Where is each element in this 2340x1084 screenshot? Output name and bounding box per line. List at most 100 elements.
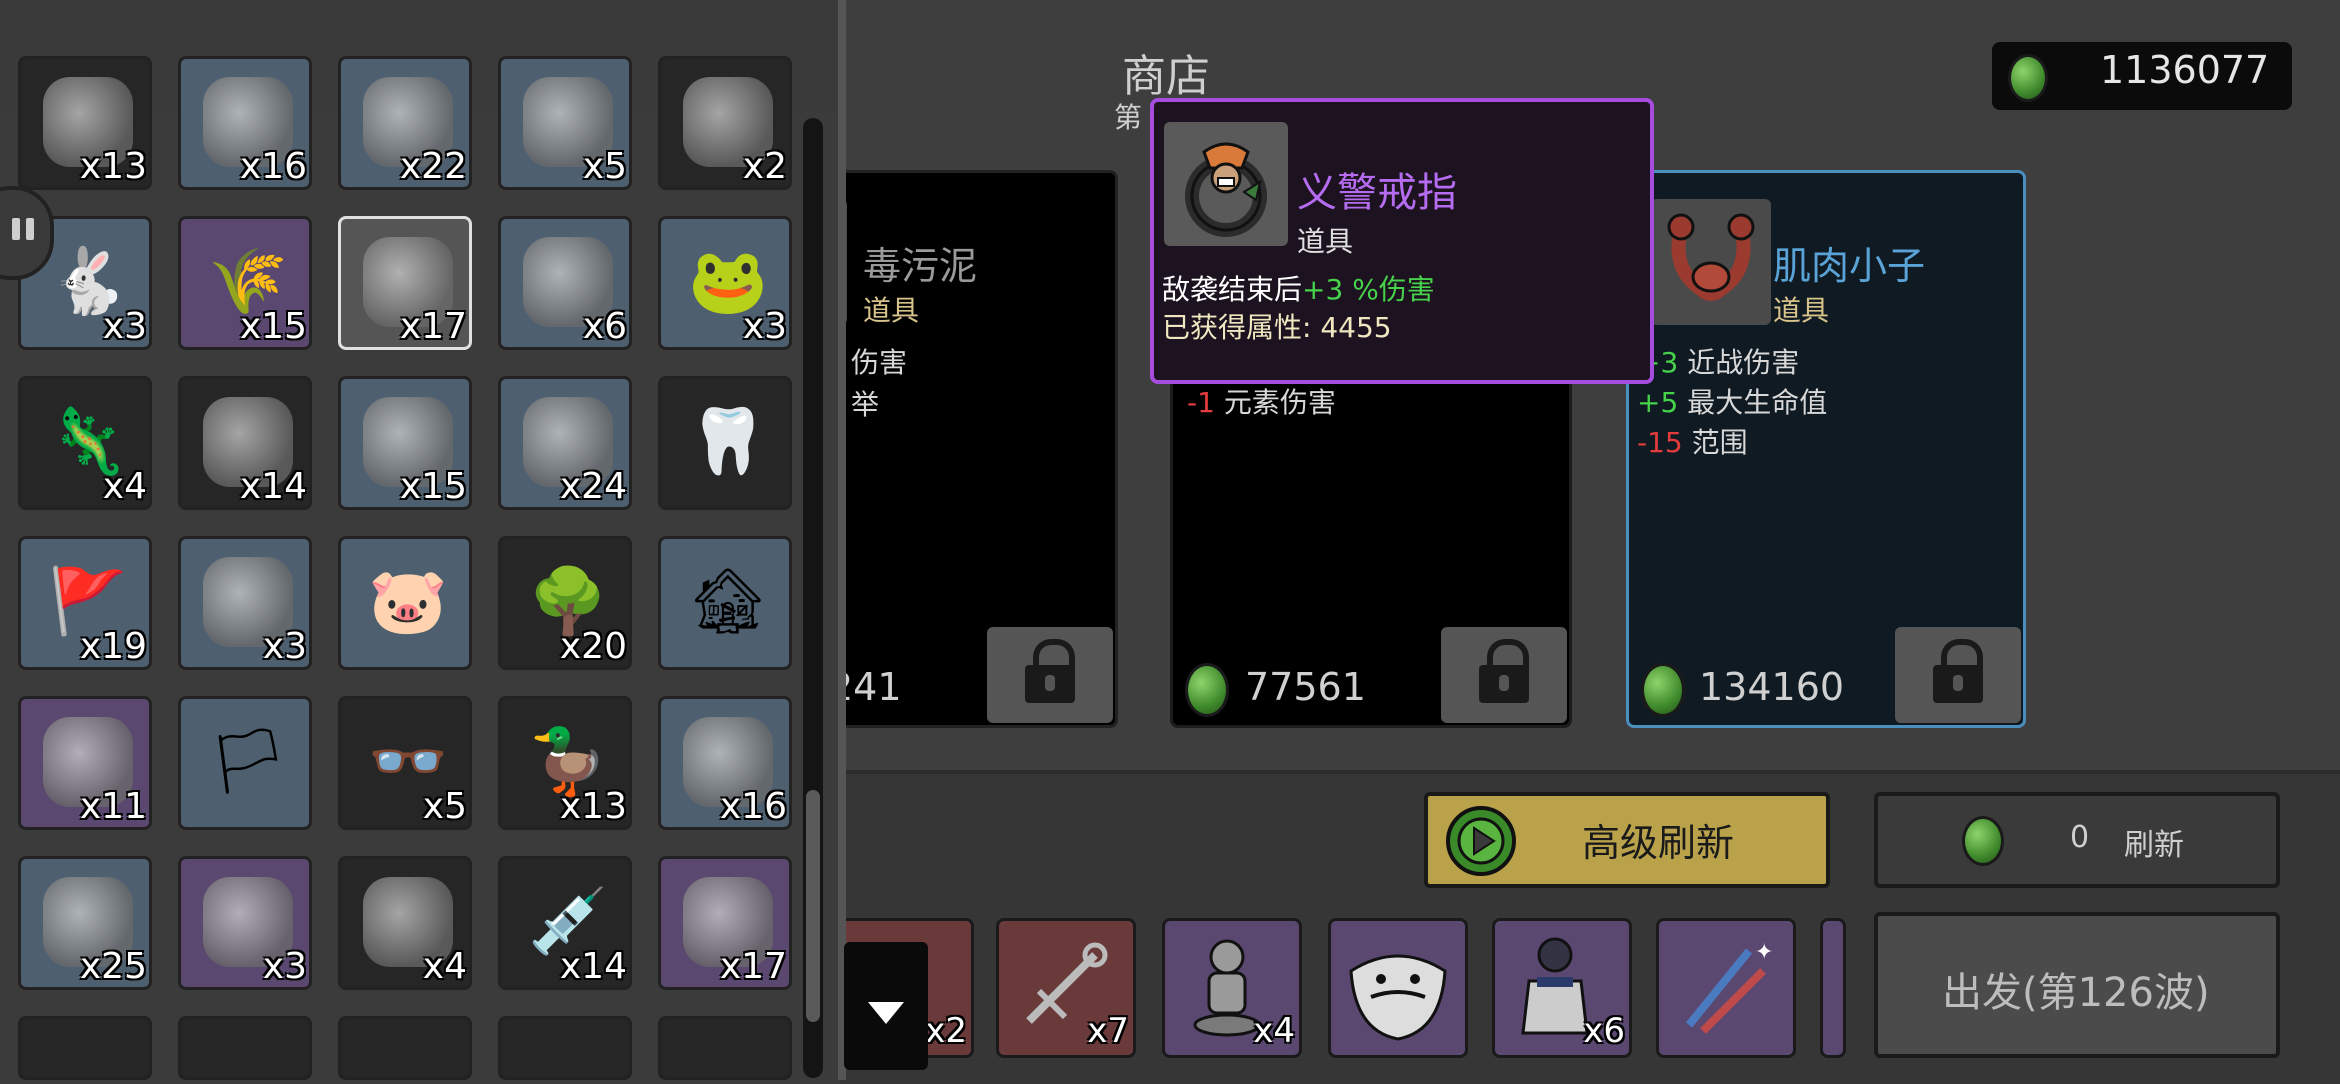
inventory-slot[interactable]: x11 bbox=[18, 696, 152, 830]
tools-icon: ✦ bbox=[1685, 940, 1773, 1034]
item-count: x6 bbox=[582, 306, 627, 347]
tooltip-item-image bbox=[1164, 122, 1288, 246]
lock-button[interactable] bbox=[1895, 627, 2021, 723]
inventory-slot[interactable] bbox=[498, 1016, 632, 1080]
item-count: x3 bbox=[742, 306, 787, 347]
wave-label: 第 bbox=[1114, 101, 1143, 134]
inventory-slot[interactable]: x4 bbox=[338, 856, 472, 990]
inventory-slot[interactable]: x24 bbox=[498, 376, 632, 510]
depart-button[interactable]: 出发(第126波) bbox=[1874, 912, 2280, 1058]
inventory-slot[interactable]: 🦎 x4 bbox=[18, 376, 152, 510]
inventory-slot[interactable]: x14 bbox=[178, 376, 312, 510]
inventory-slot[interactable]: 🦷 bbox=[658, 376, 792, 510]
inventory-grid: x13 x16 x22 x5 x2 🐇 x3 🌾 x15 x17 x6 🐸 x3 🦎 x4 x14 x15 x24… bbox=[0, 0, 840, 1080]
coin-icon bbox=[2008, 54, 2048, 102]
item-count: x16 bbox=[239, 146, 307, 187]
item-count: x16 bbox=[719, 786, 787, 827]
item-stat: +5 最大生命值 bbox=[1637, 386, 1828, 419]
depart-label: 出发(第126波) bbox=[1942, 970, 2210, 1016]
inventory-slot[interactable]: x22 bbox=[338, 56, 472, 190]
weapon-slot[interactable]: x7 bbox=[996, 918, 1136, 1058]
weapon-slot[interactable] bbox=[1820, 918, 1846, 1058]
inventory-slot[interactable] bbox=[658, 1016, 792, 1080]
inventory-slot[interactable] bbox=[178, 1016, 312, 1080]
inventory-slot[interactable]: 🏚 bbox=[658, 536, 792, 670]
item-type: 道具 bbox=[1773, 294, 1830, 327]
inventory-slot[interactable]: x16 bbox=[658, 696, 792, 830]
ring-icon bbox=[1185, 142, 1267, 237]
inventory-slot[interactable]: 🌾 x15 bbox=[178, 216, 312, 350]
inventory-slot[interactable]: x3 bbox=[178, 536, 312, 670]
item-stat: -15 范围 bbox=[1637, 426, 1748, 459]
item-count: x22 bbox=[399, 146, 467, 187]
inventory-slot[interactable]: 🌳 x20 bbox=[498, 536, 632, 670]
weapon-slot[interactable] bbox=[1328, 918, 1468, 1058]
scroll-down-button[interactable] bbox=[844, 942, 928, 1070]
item-count: x17 bbox=[719, 946, 787, 987]
inventory-slot[interactable]: 🚩 x19 bbox=[18, 536, 152, 670]
inventory-slot[interactable]: 🐸 x3 bbox=[658, 216, 792, 350]
inventory-slot[interactable]: x15 bbox=[338, 376, 472, 510]
inventory-slot[interactable]: x16 bbox=[178, 56, 312, 190]
shop-item-card-3[interactable]: 肌肉小子 道具 +3 近战伤害 +5 最大生命值 -15 范围 134160 bbox=[1626, 170, 2026, 728]
inventory-slot[interactable]: x13 bbox=[18, 56, 152, 190]
item-tooltip: 义警戒指 道具 敌袭结束后+3 %伤害 已获得属性: 4455 bbox=[1150, 98, 1654, 384]
inventory-slot[interactable]: x25 bbox=[18, 856, 152, 990]
advanced-refresh-label: 高级刷新 bbox=[1582, 821, 1735, 865]
item-stat: -1 元素伤害 bbox=[1187, 386, 1336, 419]
item-count: x13 bbox=[79, 146, 147, 187]
pause-icon bbox=[12, 218, 20, 240]
inventory-slot[interactable]: 🐷 bbox=[338, 536, 472, 670]
tooltip-acquired: 已获得属性: 4455 bbox=[1162, 311, 1392, 344]
chevron-down-icon bbox=[868, 1002, 904, 1024]
inventory-slot[interactable]: x6 bbox=[498, 216, 632, 350]
refresh-label: 刷新 bbox=[2124, 828, 2184, 863]
weapon-slot[interactable]: ✦ bbox=[1656, 918, 1796, 1058]
item-count: x17 bbox=[399, 306, 467, 347]
weapon-slot[interactable]: x6 bbox=[1492, 918, 1632, 1058]
item-count: x5 bbox=[422, 786, 467, 827]
refresh-button[interactable]: 0 刷新 bbox=[1874, 792, 2280, 888]
piggy-bank-icon: 🐷 bbox=[368, 565, 448, 639]
item-count: x14 bbox=[559, 946, 627, 987]
inventory-slot[interactable] bbox=[18, 1016, 152, 1080]
item-count: x14 bbox=[239, 466, 307, 507]
inventory-slot[interactable]: x17 bbox=[658, 856, 792, 990]
item-count: x4 bbox=[102, 466, 147, 507]
item-stat: 举 bbox=[851, 388, 880, 421]
item-price: 134160 bbox=[1699, 665, 1845, 709]
item-image bbox=[1651, 199, 1771, 325]
inventory-slot[interactable]: 🦆 x13 bbox=[498, 696, 632, 830]
item-stat: +3 近战伤害 bbox=[1637, 346, 1800, 379]
inventory-slot[interactable]: x17 bbox=[338, 216, 472, 350]
advanced-refresh-button[interactable]: 高级刷新 bbox=[1424, 792, 1830, 888]
muscle-icon bbox=[1667, 213, 1755, 301]
item-count: x2 bbox=[742, 146, 787, 187]
coin-icon bbox=[1641, 663, 1685, 717]
coin-icon bbox=[1962, 816, 2004, 866]
weapon-slot[interactable]: x4 bbox=[1162, 918, 1302, 1058]
inventory-slot[interactable]: x3 bbox=[178, 856, 312, 990]
scrollbar-thumb[interactable] bbox=[806, 790, 820, 1022]
inventory-slot[interactable]: 👓 x5 bbox=[338, 696, 472, 830]
tooltip-effect: 敌袭结束后+3 %伤害 bbox=[1162, 273, 1435, 306]
item-type: 道具 bbox=[863, 294, 920, 327]
lock-button[interactable] bbox=[1441, 627, 1567, 723]
inventory-slot[interactable]: 🏳 bbox=[178, 696, 312, 830]
item-stat: 伤害 bbox=[851, 346, 908, 379]
item-count: x3 bbox=[262, 626, 307, 667]
inventory-slot[interactable]: x2 bbox=[658, 56, 792, 190]
white-flag-icon: 🏳 bbox=[207, 725, 289, 799]
coin-icon bbox=[1185, 663, 1229, 717]
item-name: 肌肉小子 bbox=[1773, 244, 1926, 288]
inventory-slot[interactable] bbox=[338, 1016, 472, 1080]
item-count: x15 bbox=[239, 306, 307, 347]
item-count: x3 bbox=[262, 946, 307, 987]
inventory-slot[interactable]: x5 bbox=[498, 56, 632, 190]
weapon-count: x6 bbox=[1583, 1011, 1625, 1051]
lock-button[interactable] bbox=[987, 627, 1113, 723]
item-price: 77561 bbox=[1245, 665, 1366, 709]
item-count: x20 bbox=[559, 626, 627, 667]
weapon-count: x4 bbox=[1253, 1011, 1295, 1051]
inventory-slot[interactable]: 💉 x14 bbox=[498, 856, 632, 990]
